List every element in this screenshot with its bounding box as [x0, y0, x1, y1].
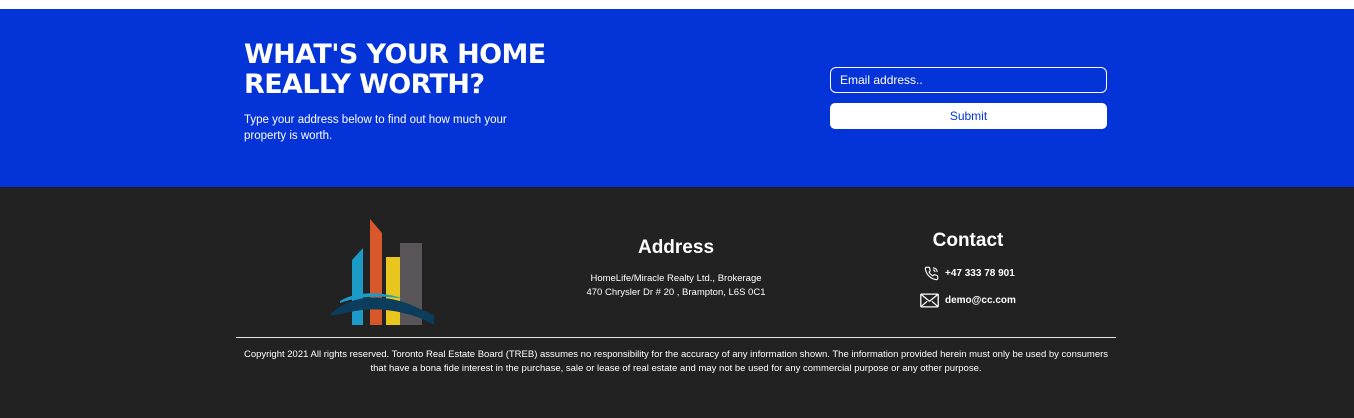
cta-title-line-1: WHAT'S YOUR HOME	[244, 39, 546, 70]
envelope-icon	[920, 293, 939, 307]
submit-button[interactable]: Submit	[830, 103, 1107, 129]
home-value-cta: WHAT'S YOUR HOME REALLY WORTH? Type your…	[0, 9, 1354, 187]
top-strip	[0, 0, 1354, 9]
logo-yellow-building	[386, 257, 400, 327]
copyright-text: Copyright 2021 All rights reserved. Toro…	[243, 349, 1109, 374]
contact-email[interactable]: demo@cc.com	[920, 291, 1016, 309]
email-address: demo@cc.com	[945, 294, 1016, 306]
logo-orange-building	[370, 219, 382, 327]
logo-blue-building	[352, 248, 363, 327]
footer-divider	[236, 337, 1116, 338]
address-title: Address	[637, 237, 715, 258]
phone-number: +47 333 78 901	[945, 267, 1015, 279]
cta-title: WHAT'S YOUR HOME REALLY WORTH?	[244, 40, 564, 100]
cta-title-line-2: REALLY WORTH?	[244, 69, 485, 100]
cta-subtitle: Type your address below to find out how …	[244, 114, 507, 142]
address-line-1: HomeLife/Miracle Realty Ltd., Brokerage	[590, 273, 762, 284]
contact-title: Contact	[932, 230, 1004, 251]
email-input[interactable]	[830, 67, 1107, 93]
footer: Address HomeLife/Miracle Realty Ltd., Br…	[0, 187, 1354, 418]
building-wave-logo	[326, 219, 436, 327]
phone-icon	[924, 266, 939, 280]
contact-phone[interactable]: +47 333 78 901	[924, 264, 1015, 282]
address-line-2: 470 Chrysler Dr # 20 , Brampton, L6S 0C1	[586, 287, 766, 298]
